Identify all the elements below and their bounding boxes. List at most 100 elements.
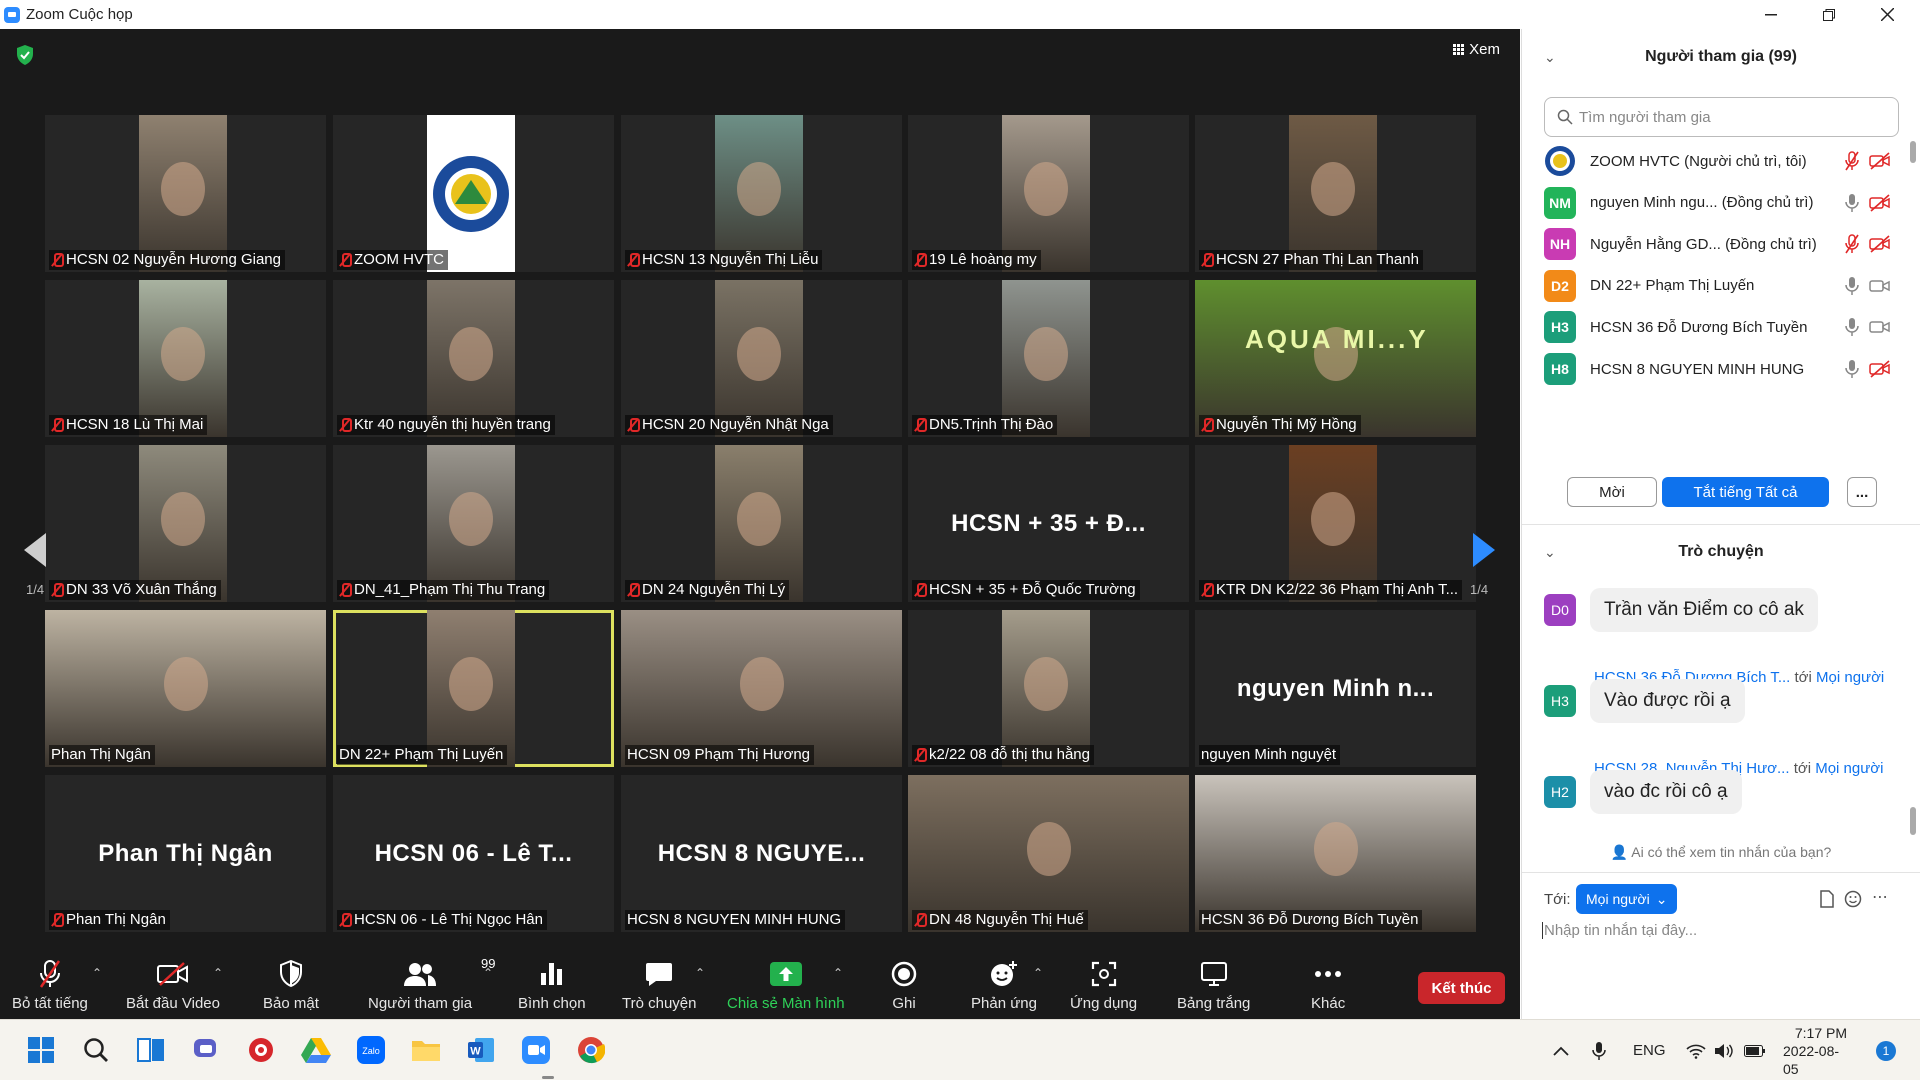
participant-row[interactable]: H3 HCSN 36 Đỗ Dương Bích Tuyền — [1544, 306, 1899, 348]
participant-row-name: DN 22+ Phạm Thị Luyến — [1590, 277, 1755, 295]
windows-start-icon[interactable] — [25, 1034, 57, 1066]
page-indicator-left: 1/4 — [26, 582, 45, 597]
participants-scrollbar[interactable] — [1910, 141, 1916, 163]
invite-button[interactable]: Mời — [1567, 477, 1657, 507]
volume-icon[interactable] — [1714, 1020, 1734, 1081]
participant-name-label: Phan Thị Ngân — [49, 745, 155, 765]
emoji-icon[interactable] — [1844, 890, 1862, 908]
chat-audience[interactable]: Mọi người — [1816, 669, 1884, 686]
whiteboard-button[interactable]: Bảng trắng — [1177, 958, 1250, 1012]
chat-scrollbar[interactable] — [1910, 807, 1916, 835]
battery-icon[interactable] — [1744, 1020, 1766, 1081]
video-tile[interactable]: Ktr 40 nguyễn thị huyền trang — [333, 280, 614, 437]
chat-audience[interactable]: Mọi người — [1815, 760, 1883, 777]
google-drive-icon[interactable] — [300, 1034, 332, 1066]
recipient-dropdown[interactable]: Mọi người ⌄ — [1576, 884, 1678, 914]
security-button[interactable]: Bảo mật — [263, 958, 319, 1012]
avatar: NH — [1544, 228, 1576, 261]
clock[interactable]: 7:17 PM 2022-08-05 — [1783, 1020, 1847, 1081]
chat-options-caret[interactable]: ⌃ — [695, 966, 705, 980]
task-view-icon[interactable] — [135, 1034, 167, 1066]
participant-video — [139, 445, 227, 602]
video-tile[interactable]: HCSN 09 Phạm Thị Hương — [621, 610, 902, 767]
video-options-caret[interactable]: ⌃ — [213, 966, 223, 980]
video-tile[interactable]: k2/22 08 đỗ thị thu hằng — [908, 610, 1189, 767]
file-explorer-icon[interactable] — [410, 1034, 442, 1066]
teams-chat-icon[interactable] — [190, 1034, 222, 1066]
video-tile[interactable]: AQUA MI...Y Nguyễn Thị Mỹ Hồng — [1195, 280, 1476, 437]
microphone-muted-icon — [1201, 253, 1214, 267]
chat-message-input[interactable]: Nhập tin nhắn tại đây... — [1542, 922, 1697, 939]
avatar: H3 — [1544, 685, 1576, 717]
reactions-button[interactable]: Phản ứng — [971, 958, 1037, 1012]
apps-button[interactable]: Ứng dụng — [1070, 958, 1137, 1012]
video-tile[interactable]: HCSN 8 NGUYE... HCSN 8 NGUYEN MINH HUNG — [621, 775, 902, 932]
microphone-tray-icon[interactable] — [1592, 1020, 1606, 1081]
audio-options-caret[interactable]: ⌃ — [92, 966, 102, 980]
minimize-button[interactable] — [1742, 0, 1800, 29]
record-button[interactable]: Ghi — [891, 958, 917, 1012]
participant-row[interactable]: ZOOM HVTC (Người chủ trì, tôi) — [1544, 140, 1899, 182]
video-tile[interactable]: ZOOM HVTC — [333, 115, 614, 272]
chat-button[interactable]: Trò chuyện — [622, 958, 696, 1012]
participant-row-name: ZOOM HVTC (Người chủ trì, tôi) — [1590, 152, 1807, 170]
mute-all-participants-button[interactable]: Tắt tiếng Tất cả — [1662, 477, 1829, 507]
participants-options-caret[interactable]: ⌃ — [483, 966, 493, 980]
video-tile[interactable]: DN_41_Phạm Thị Thu Trang — [333, 445, 614, 602]
mute-all-button[interactable]: Bỏ tất tiếng — [12, 958, 88, 1012]
participant-search-input[interactable]: Tìm người tham gia — [1544, 97, 1899, 137]
chrome-icon[interactable] — [575, 1034, 607, 1066]
more-button[interactable]: Khác — [1311, 958, 1345, 1012]
video-tile[interactable]: nguyen Minh n... nguyen Minh nguyệt — [1195, 610, 1476, 767]
participants-button[interactable]: 99 Người tham gia — [368, 956, 496, 1012]
zalo-icon[interactable]: Zalo — [355, 1034, 387, 1066]
view-button[interactable]: Xem — [1453, 41, 1500, 58]
video-tile[interactable]: KTR DN K2/22 36 Phạm Thị Anh T... — [1195, 445, 1476, 602]
participant-row[interactable]: NH Nguyễn Hằng GD... (Đồng chủ trì) — [1544, 223, 1899, 265]
participant-row[interactable]: D2 DN 22+ Phạm Thị Luyến — [1544, 265, 1899, 307]
video-tile[interactable]: Phan Thị Ngân — [45, 610, 326, 767]
show-hidden-icons[interactable] — [1553, 1020, 1569, 1081]
video-tile[interactable]: 19 Lê hoàng my — [908, 115, 1189, 272]
video-tile[interactable]: HCSN 20 Nguyễn Nhật Nga — [621, 280, 902, 437]
video-tile[interactable]: HCSN 18 Lù Thị Mai — [45, 280, 326, 437]
video-tile[interactable]: DN 24 Nguyễn Thị Lý — [621, 445, 902, 602]
cc-cleaner-icon[interactable] — [245, 1034, 277, 1066]
language-indicator[interactable]: ENG — [1633, 1020, 1666, 1081]
video-tile[interactable]: Phan Thị Ngân Phan Thị Ngân — [45, 775, 326, 932]
encryption-shield-icon[interactable] — [16, 45, 34, 65]
chat-more-icon[interactable]: ⋯ — [1872, 887, 1888, 907]
zoom-taskbar-icon[interactable] — [520, 1034, 552, 1066]
video-tile[interactable]: DN 48 Nguyễn Thị Huế — [908, 775, 1189, 932]
video-tile[interactable]: HCSN + 35 + Đ... HCSN + 35 + Đỗ Quốc Trườ… — [908, 445, 1189, 602]
word-icon[interactable]: W — [465, 1034, 497, 1066]
participant-silhouette — [1024, 657, 1068, 712]
video-tile[interactable]: HCSN 13 Nguyễn Thị Liễu — [621, 115, 902, 272]
reactions-options-caret[interactable]: ⌃ — [1033, 966, 1043, 980]
share-options-caret[interactable]: ⌃ — [833, 966, 843, 980]
microphone-icon — [1845, 193, 1859, 212]
video-tile[interactable]: HCSN 27 Phan Thị Lan Thanh — [1195, 115, 1476, 272]
who-can-see-link[interactable]: 👤 Ai có thể xem tin nhắn của bạn? — [1522, 844, 1920, 861]
video-tile[interactable]: DN5.Trịnh Thị Đào — [908, 280, 1189, 437]
start-video-button[interactable]: Bắt đầu Video — [126, 958, 220, 1012]
participant-row[interactable]: NM nguyen Minh ngu... (Đồng chủ trì) — [1544, 182, 1899, 224]
restore-button[interactable] — [1800, 0, 1858, 29]
video-tile[interactable]: HCSN 06 - Lê T... HCSN 06 - Lê Thị Ngọc H… — [333, 775, 614, 932]
video-tile[interactable]: HCSN 02 Nguyễn Hương Giang — [45, 115, 326, 272]
microphone-muted-icon — [627, 418, 640, 432]
notification-badge[interactable]: 1 — [1876, 1041, 1896, 1061]
video-tile[interactable]: DN 22+ Phạm Thị Luyến — [333, 610, 614, 767]
polls-button[interactable]: Bình chọn — [518, 958, 586, 1012]
video-tile[interactable]: DN 33 Võ Xuân Thắng — [45, 445, 326, 602]
participants-more-button[interactable]: ... — [1847, 477, 1877, 507]
close-window-button[interactable] — [1858, 0, 1916, 29]
avatar: D0 — [1544, 594, 1576, 626]
end-meeting-button[interactable]: Kết thúc — [1418, 972, 1505, 1004]
share-screen-button[interactable]: Chia sẻ Màn hình — [727, 958, 845, 1012]
wifi-icon[interactable] — [1686, 1020, 1706, 1081]
file-icon[interactable] — [1820, 890, 1834, 908]
participant-row[interactable]: H8 HCSN 8 NGUYEN MINH HUNG — [1544, 348, 1899, 390]
search-icon[interactable] — [80, 1034, 112, 1066]
video-tile[interactable]: HCSN 36 Đỗ Dương Bích Tuyền — [1195, 775, 1476, 932]
